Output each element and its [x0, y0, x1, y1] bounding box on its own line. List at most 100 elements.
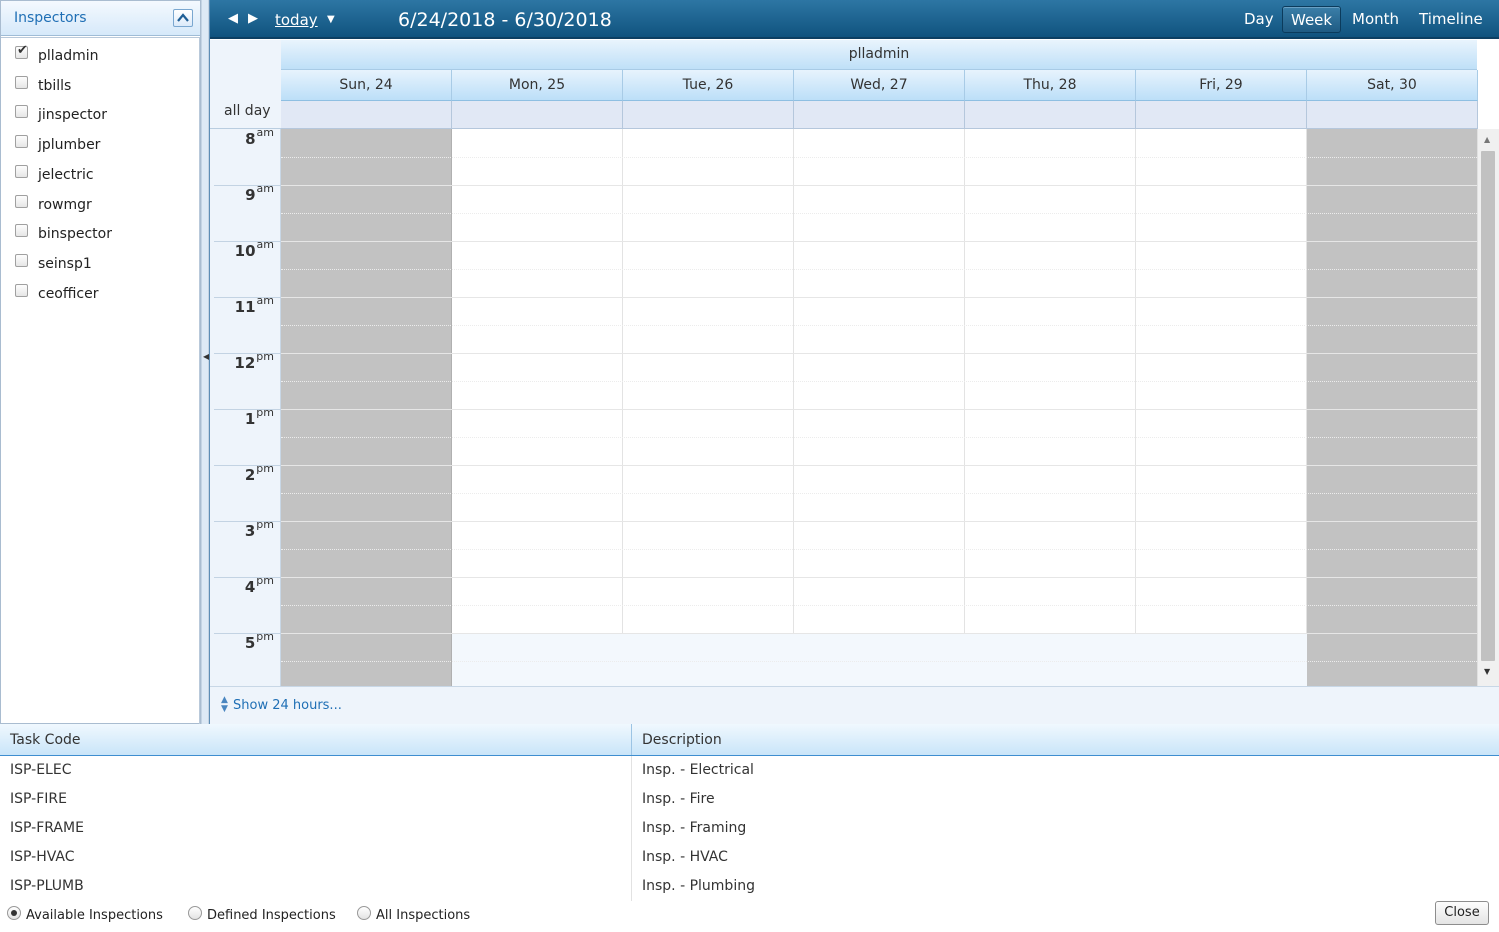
half-hour-gridline — [281, 605, 1477, 606]
checkbox[interactable] — [15, 76, 28, 89]
checkbox[interactable] — [15, 254, 28, 267]
hour-divider — [214, 297, 281, 298]
hour-ampm: pm — [256, 350, 274, 363]
hour-number: 3 — [244, 522, 256, 540]
checkbox[interactable] — [15, 105, 28, 118]
column-header-task-code[interactable]: Task Code — [10, 732, 81, 748]
allday-slot[interactable] — [1307, 101, 1478, 129]
hour-gridline — [281, 633, 1477, 634]
hour-divider — [214, 241, 281, 242]
allday-label: all day — [210, 101, 281, 129]
inspector-item[interactable]: jinspector — [1, 105, 191, 133]
inspector-item[interactable]: ✔ plladmin — [1, 44, 191, 74]
radio-label: Defined Inspections — [207, 908, 336, 923]
task-grid: Task Code Description ISP-ELEC Insp. - E… — [0, 724, 1499, 902]
inspector-label: seinsp1 — [38, 256, 92, 272]
table-row[interactable]: ISP-FIRE Insp. - Fire — [0, 786, 1499, 815]
scheduler-footer: ▲ ▼ Show 24 hours... — [210, 686, 1499, 724]
hour-ampm: am — [256, 126, 274, 139]
inspectors-list: ✔ plladmin tbills jinspector jplumber je… — [1, 37, 200, 724]
checkbox[interactable] — [15, 284, 28, 297]
scroll-down-icon[interactable]: ▼ — [1484, 667, 1490, 676]
hour-gridline — [281, 353, 1477, 354]
checkbox[interactable] — [15, 165, 28, 178]
allday-slot[interactable] — [452, 101, 623, 129]
hour-gridline — [281, 521, 1477, 522]
half-hour-gridline — [281, 325, 1477, 326]
close-button[interactable]: Close — [1435, 901, 1489, 925]
table-row[interactable]: ISP-FRAME Insp. - Framing — [0, 815, 1499, 844]
view-month-button[interactable]: Month — [1344, 6, 1407, 33]
hour-label: 1pm — [210, 406, 274, 428]
inspectors-panel-title: Inspectors — [14, 10, 87, 26]
view-week-button[interactable]: Week — [1282, 6, 1342, 33]
hour-divider — [214, 465, 281, 466]
collapse-panel-button[interactable] — [173, 9, 193, 27]
column-header-description[interactable]: Description — [642, 732, 722, 748]
date-picker-dropdown-icon[interactable]: ▼ — [327, 14, 335, 25]
allday-slot[interactable] — [281, 101, 452, 129]
inspector-label: rowmgr — [38, 197, 92, 213]
hour-ampm: am — [256, 294, 274, 307]
inspector-item[interactable]: ceofficer — [1, 284, 191, 312]
description-cell: Insp. - HVAC — [642, 849, 728, 865]
radio-button[interactable] — [188, 906, 202, 920]
scheduler: ◀ ▶ today ▼ 6/24/2018 - 6/30/2018 Day We… — [209, 0, 1499, 724]
scheduler-toolbar: ◀ ▶ today ▼ 6/24/2018 - 6/30/2018 Day We… — [210, 0, 1499, 39]
task-grid-header: Task Code Description — [0, 724, 1499, 756]
allday-slot[interactable] — [623, 101, 794, 129]
header-corner — [210, 40, 281, 101]
inspector-item[interactable]: jplumber — [1, 135, 191, 163]
time-grid[interactable] — [281, 129, 1477, 686]
task-code-cell: ISP-FRAME — [10, 820, 84, 836]
allday-slot[interactable] — [1136, 101, 1307, 129]
hour-label: 10am — [210, 238, 274, 260]
today-link[interactable]: today — [275, 11, 318, 29]
next-week-icon[interactable]: ▶ — [248, 11, 258, 26]
hour-divider — [214, 521, 281, 522]
half-hour-gridline — [281, 661, 1477, 662]
hour-divider — [214, 353, 281, 354]
checkbox[interactable] — [15, 224, 28, 237]
allday-slot[interactable] — [965, 101, 1136, 129]
show-24-hours-link[interactable]: Show 24 hours... — [233, 698, 342, 713]
allday-slot[interactable] — [794, 101, 965, 129]
hour-gridline — [281, 465, 1477, 466]
inspector-item[interactable]: jelectric — [1, 165, 191, 193]
radio-button[interactable] — [7, 906, 21, 920]
prev-week-icon[interactable]: ◀ — [228, 11, 238, 26]
table-row[interactable]: ISP-HVAC Insp. - HVAC — [0, 844, 1499, 873]
table-row[interactable]: ISP-PLUMB Insp. - Plumbing — [0, 873, 1499, 902]
inspector-label: tbills — [38, 78, 72, 94]
after-hours-region[interactable] — [452, 633, 1307, 686]
inspector-label: binspector — [38, 226, 112, 242]
checkbox[interactable] — [15, 195, 28, 208]
view-day-button[interactable]: Day — [1236, 6, 1282, 33]
hour-label: 3pm — [210, 518, 274, 540]
hour-gridline — [281, 297, 1477, 298]
inspector-item[interactable]: rowmgr — [1, 195, 191, 223]
task-code-cell: ISP-PLUMB — [10, 878, 84, 894]
hour-label: 9am — [210, 182, 274, 204]
table-row[interactable]: ISP-ELEC Insp. - Electrical — [0, 757, 1499, 786]
vertical-scrollbar[interactable]: ▲ ▼ — [1477, 129, 1499, 686]
hour-ampm: am — [256, 182, 274, 195]
expand-vertical-icon[interactable]: ▲ ▼ — [221, 696, 228, 714]
column-divider — [631, 724, 632, 755]
inspector-item[interactable]: binspector — [1, 224, 191, 252]
description-cell: Insp. - Electrical — [642, 762, 754, 778]
radio-selected-dot — [11, 910, 17, 916]
inspector-item[interactable]: tbills — [1, 76, 191, 104]
description-cell: Insp. - Framing — [642, 820, 747, 836]
scroll-up-icon[interactable]: ▲ — [1484, 135, 1490, 144]
inspector-item[interactable]: seinsp1 — [1, 254, 191, 282]
date-range-title: 6/24/2018 - 6/30/2018 — [398, 9, 612, 31]
day-header: Sat, 30 — [1307, 70, 1478, 101]
scrollbar-thumb[interactable] — [1481, 151, 1495, 661]
task-code-cell: ISP-FIRE — [10, 791, 67, 807]
panel-splitter[interactable]: ◀ — [201, 0, 209, 724]
checkbox[interactable]: ✔ — [15, 44, 28, 59]
view-timeline-button[interactable]: Timeline — [1411, 6, 1491, 33]
radio-button[interactable] — [357, 906, 371, 920]
checkbox[interactable] — [15, 135, 28, 148]
